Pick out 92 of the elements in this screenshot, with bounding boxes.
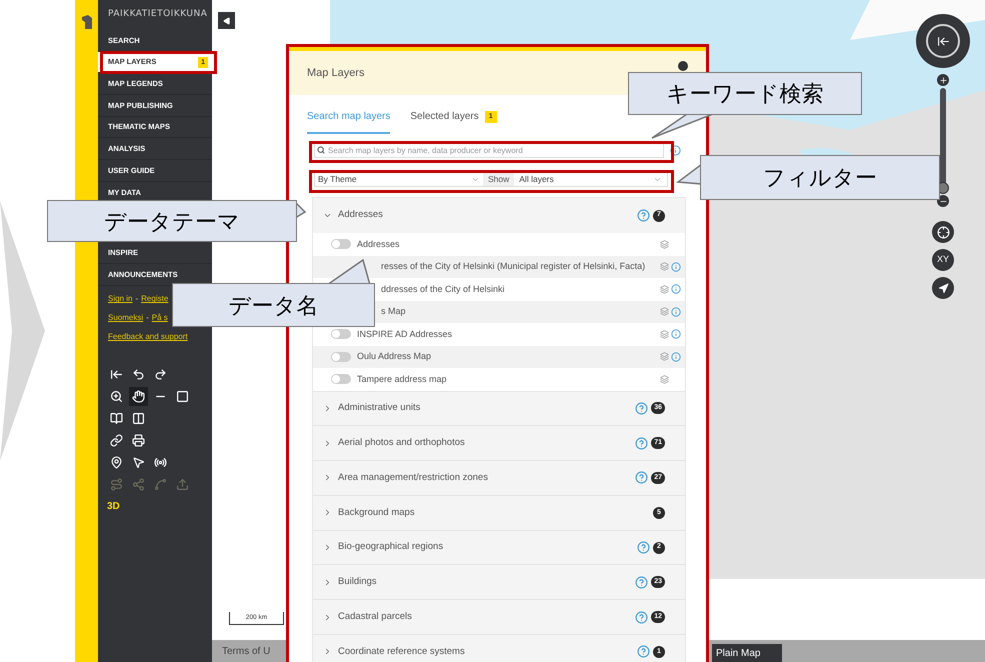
theme-name: Area management/restriction zones bbox=[338, 470, 489, 485]
theme-name: Cadastral parcels bbox=[338, 610, 413, 624]
layer-name: ddresses of the City of Helsinki bbox=[381, 282, 506, 296]
logo-icon bbox=[80, 14, 94, 30]
sidebar-link[interactable]: Feedback and support bbox=[108, 331, 188, 344]
close-icon[interactable] bbox=[678, 61, 688, 71]
layer-toggle[interactable] bbox=[331, 329, 351, 340]
layers-icon bbox=[660, 352, 669, 362]
basemap-tab[interactable]: Plain Map bbox=[712, 644, 782, 662]
info-icon[interactable] bbox=[671, 352, 681, 362]
info-icon[interactable] bbox=[671, 284, 681, 294]
theme-name: Aerial photos and orthophotos bbox=[338, 436, 466, 450]
help-icon[interactable] bbox=[637, 541, 650, 554]
theme-name: Buildings bbox=[338, 575, 378, 590]
layer-name: Oulu Address Map bbox=[357, 350, 432, 363]
3d-button[interactable]: 3D bbox=[107, 496, 212, 514]
chevron-icon bbox=[0, 201, 45, 461]
help-icon[interactable] bbox=[635, 471, 648, 484]
radio-icon bbox=[154, 456, 167, 469]
info-icon[interactable] bbox=[671, 306, 681, 317]
tool-button[interactable] bbox=[129, 386, 148, 406]
undo-icon bbox=[132, 368, 145, 381]
help-icon[interactable] bbox=[637, 645, 650, 658]
pointer-icon bbox=[132, 456, 145, 469]
help-icon[interactable] bbox=[635, 576, 648, 589]
collapsed-icon bbox=[323, 647, 332, 656]
collapsed-icon bbox=[323, 578, 332, 587]
layer-name: INSPIRE AD Addresses bbox=[357, 328, 454, 340]
square-icon bbox=[176, 390, 189, 403]
info-icon[interactable] bbox=[671, 329, 681, 340]
layer-name: resses of the City of Helsinki (Municipal register of Helsinki, Facta) bbox=[381, 260, 646, 273]
layer-toggle[interactable] bbox=[331, 239, 351, 250]
crosshair-icon bbox=[936, 226, 950, 238]
collapsed-icon bbox=[323, 438, 332, 448]
callout: データテーマ bbox=[47, 200, 297, 242]
theme-name: Coordinate reference systems bbox=[338, 644, 466, 659]
theme-name: Background maps bbox=[338, 506, 416, 520]
expanded-icon bbox=[323, 211, 332, 220]
help-icon[interactable] bbox=[635, 402, 648, 415]
share-icon bbox=[132, 478, 145, 491]
hand-icon bbox=[132, 390, 145, 403]
layer-toggle[interactable] bbox=[331, 374, 351, 384]
spline-icon bbox=[154, 478, 167, 491]
collapsed-icon bbox=[323, 543, 332, 552]
route-icon bbox=[110, 478, 123, 491]
theme-name: Administrative units bbox=[338, 401, 422, 416]
layers-icon bbox=[660, 284, 669, 294]
zoom-icon bbox=[110, 390, 123, 403]
link-separator: - bbox=[146, 312, 149, 324]
sidebar-link[interactable]: På s bbox=[152, 312, 168, 324]
sidebar-link[interactable]: Registe bbox=[141, 293, 168, 306]
layer-toggle[interactable] bbox=[331, 352, 351, 362]
layers-icon bbox=[660, 374, 669, 384]
reset-icon bbox=[110, 368, 123, 381]
terms-link[interactable]: Terms of U bbox=[222, 644, 270, 662]
layers-icon bbox=[660, 330, 669, 339]
collapsed-icon bbox=[323, 612, 332, 622]
theme-name: Bio-geographical regions bbox=[338, 540, 444, 554]
triangle-icon bbox=[222, 16, 230, 24]
layer-name: s Map bbox=[381, 305, 407, 318]
layers-icon bbox=[660, 307, 669, 316]
collapse-button[interactable] bbox=[218, 12, 235, 29]
upload-icon bbox=[176, 478, 189, 491]
layer-name: Tampere address map bbox=[357, 372, 448, 386]
info-icon[interactable] bbox=[670, 144, 681, 156]
sidebar-link[interactable]: Suomeksi bbox=[108, 312, 144, 324]
app-title: PAIKKATIETOIKKUNA bbox=[108, 8, 208, 22]
help-icon[interactable] bbox=[635, 610, 648, 624]
redo-icon bbox=[154, 368, 167, 381]
plus-icon bbox=[938, 76, 948, 84]
collapsed-icon bbox=[323, 508, 332, 518]
link-icon bbox=[110, 434, 123, 447]
north-arrow-icon bbox=[938, 282, 948, 294]
search-icon bbox=[317, 146, 325, 154]
layers-icon bbox=[660, 240, 669, 249]
printer-icon bbox=[132, 434, 145, 447]
search-field[interactable]: Search map layers by name, data producer or keyword bbox=[314, 142, 664, 158]
reset-icon bbox=[936, 34, 950, 48]
theme-name: Addresses bbox=[338, 208, 384, 222]
help-icon[interactable] bbox=[635, 436, 648, 450]
collapsed-icon bbox=[323, 473, 332, 482]
info-icon[interactable] bbox=[671, 262, 681, 272]
link-separator: - bbox=[135, 293, 138, 306]
panel-title: Map Layers bbox=[307, 66, 364, 81]
columns-icon bbox=[132, 412, 145, 425]
layer-name: Addresses bbox=[357, 238, 401, 250]
pin-icon bbox=[110, 456, 123, 469]
help-icon[interactable] bbox=[637, 209, 650, 222]
layers-icon bbox=[660, 262, 669, 272]
collapsed-icon bbox=[323, 404, 332, 413]
sidebar-link[interactable]: Sign in bbox=[108, 293, 132, 306]
book-icon bbox=[110, 412, 123, 425]
